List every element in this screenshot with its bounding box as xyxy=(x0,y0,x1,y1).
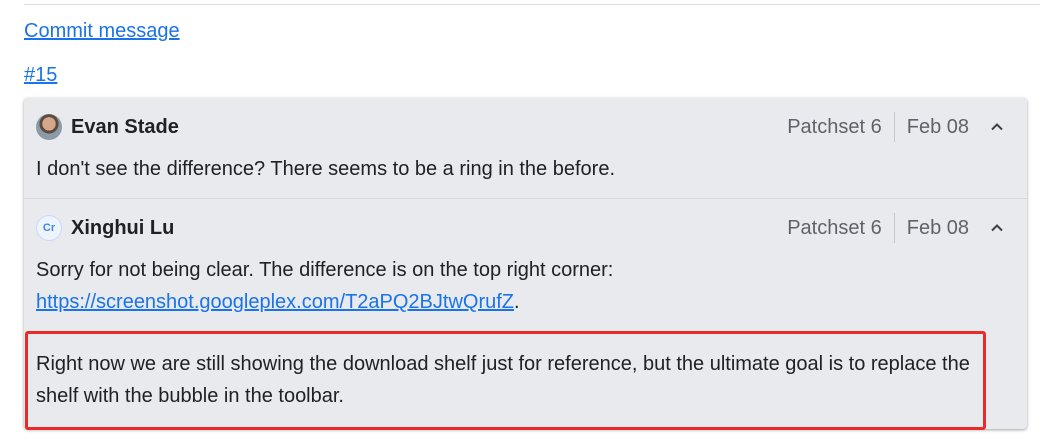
comment-body: I don't see the difference? There seems … xyxy=(36,158,616,180)
comment-evan-stade[interactable]: Evan Stade Patchset 6 Feb 08 I don't see… xyxy=(24,98,1027,199)
meta-divider xyxy=(893,213,895,243)
comment-date[interactable]: Feb 08 xyxy=(907,217,969,240)
avatar-text: Cr xyxy=(42,222,56,234)
comment-xinghui-lu[interactable]: Cr Xinghui Lu Patchset 6 Feb 08 Sorry fo… xyxy=(24,199,1027,429)
comment-author: Cr Xinghui Lu xyxy=(36,215,174,241)
comment-text: Sorry for not being clear. The differenc… xyxy=(36,259,614,281)
comment-meta: Patchset 6 Feb 08 xyxy=(787,112,1007,142)
screenshot-link[interactable]: https://screenshot.googleplex.com/T2aPQ2… xyxy=(36,291,514,313)
chevron-up-icon[interactable] xyxy=(987,218,1007,238)
comment-body-paragraph-2: Right now we are still showing the downl… xyxy=(36,353,970,407)
link-suffix: . xyxy=(514,291,520,313)
author-name: Xinghui Lu xyxy=(71,216,175,239)
commit-message-link[interactable]: Commit message xyxy=(24,20,180,43)
comment-author: Evan Stade xyxy=(36,114,179,140)
comment-meta: Patchset 6 Feb 08 xyxy=(787,213,1007,243)
issue-link[interactable]: #15 xyxy=(24,64,57,87)
patchset-label[interactable]: Patchset 6 xyxy=(787,116,894,139)
comment-date[interactable]: Feb 08 xyxy=(907,116,969,139)
top-divider xyxy=(24,4,1040,5)
meta-divider xyxy=(893,112,895,142)
comment-thread: Evan Stade Patchset 6 Feb 08 I don't see… xyxy=(24,98,1027,429)
patchset-label[interactable]: Patchset 6 xyxy=(787,217,894,240)
cr-avatar-icon: Cr xyxy=(36,215,62,241)
chevron-up-icon[interactable] xyxy=(987,117,1007,137)
comment-body-paragraph-1: Sorry for not being clear. The differenc… xyxy=(36,254,996,318)
user-photo-icon xyxy=(36,114,62,140)
author-name: Evan Stade xyxy=(71,115,179,138)
